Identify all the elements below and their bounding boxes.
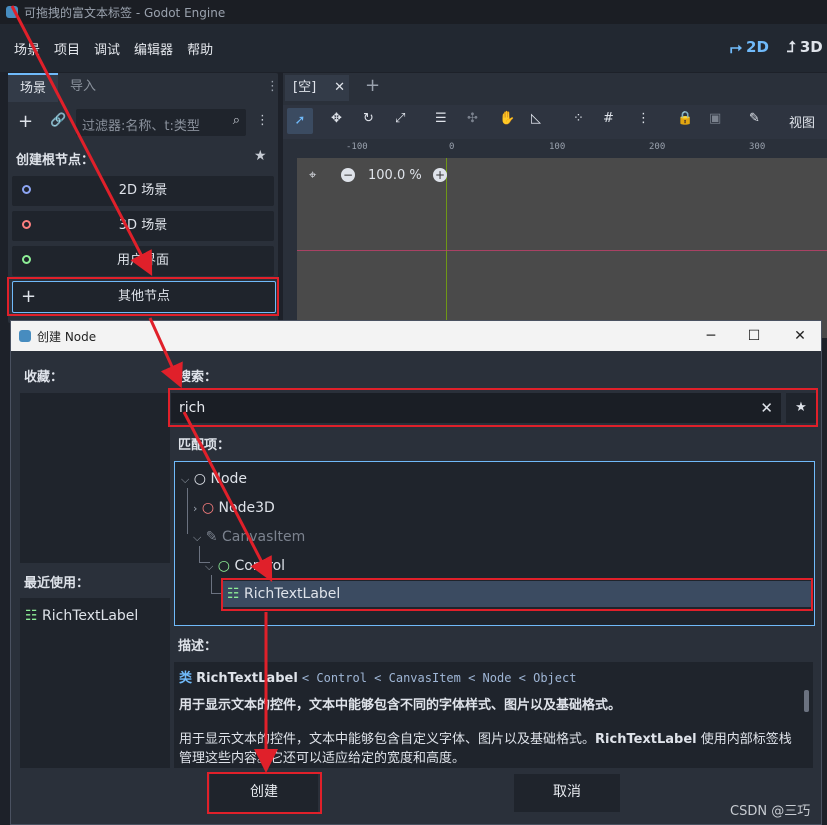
annotation-arrow-2 — [148, 317, 183, 389]
annotation-arrow-3 — [182, 411, 273, 582]
annotation-arrow-1 — [10, 5, 153, 276]
annotation-arrows — [10, 5, 278, 773]
